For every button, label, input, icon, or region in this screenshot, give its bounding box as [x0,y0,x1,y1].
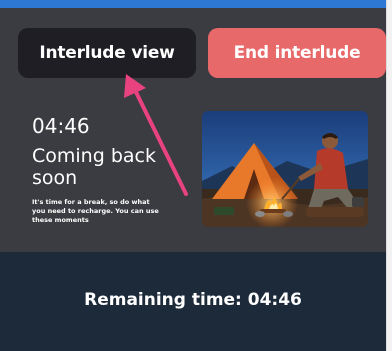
end-interlude-label: End interlude [233,43,361,63]
top-accent-bar [0,0,392,8]
scrollbar[interactable] [386,0,392,351]
campfire-image [202,111,368,227]
footer-bar: Remaining time: 04:46 [0,252,386,351]
countdown-timer: 04:46 [32,114,90,138]
remaining-time: Remaining time: 04:46 [84,290,302,310]
interlude-view-button[interactable]: Interlude view [18,28,196,78]
campfire-illustration [202,111,368,227]
coming-back-headline: Coming back soon [32,145,156,189]
interlude-stage: Interlude view End interlude 04:46 Comin… [0,8,386,252]
end-interlude-button[interactable]: End interlude [208,28,386,78]
interlude-view-label: Interlude view [39,43,175,63]
break-message: It's time for a break, so do what you ne… [32,198,159,224]
interlude-panel: Interlude view End interlude 04:46 Comin… [0,0,392,351]
